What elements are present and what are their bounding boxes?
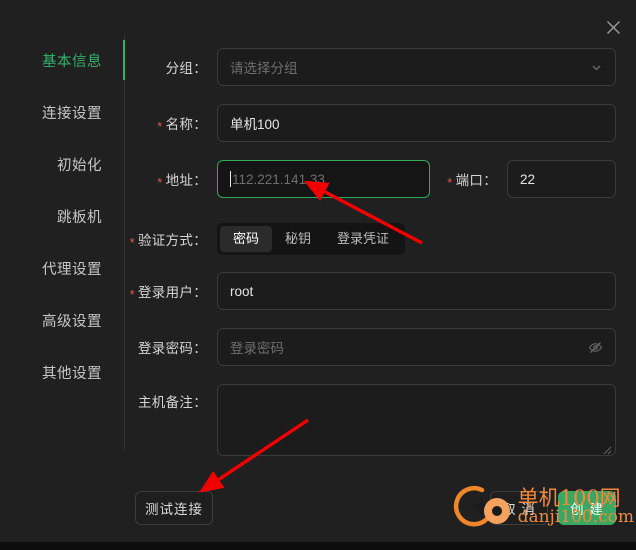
address-input[interactable]: 112.221.141.33 — [217, 160, 430, 198]
sidebar-item-label: 高级设置 — [42, 313, 102, 330]
login-password-input[interactable]: 登录密码 — [217, 328, 616, 366]
sidebar-item-label: 连接设置 — [42, 105, 102, 122]
tab-login-credential[interactable]: 登录凭证 — [324, 226, 402, 252]
field-row-login-password: 登录密码： 登录密码 — [125, 328, 616, 366]
group-select[interactable]: 请选择分组 — [217, 48, 616, 86]
required-mark: * — [157, 119, 163, 134]
bottom-edge — [0, 542, 636, 550]
sidebar-item-advanced-settings[interactable]: 高级设置 — [0, 294, 124, 346]
field-row-name: * 名称： 单机100 — [125, 104, 616, 142]
sidebar-item-basic-info[interactable]: 基本信息 — [0, 34, 125, 86]
required-mark: * — [129, 235, 135, 250]
auth-method-label: * 验证方式： — [129, 233, 207, 250]
field-row-auth-method: * 验证方式： 密码 秘钥 登录凭证 — [125, 223, 406, 255]
sidebar-item-connection-settings[interactable]: 连接设置 — [0, 86, 124, 138]
port-label: * 端口： — [447, 173, 497, 190]
group-select-value: 请选择分组 — [230, 61, 298, 76]
sidebar: 基本信息 连接设置 初始化 跳板机 代理设置 高级设置 其他设置 — [0, 34, 125, 450]
sidebar-item-label: 代理设置 — [42, 261, 102, 278]
name-input-value: 单机100 — [230, 117, 280, 132]
field-row-group: 分组： 请选择分组 — [125, 48, 616, 86]
sidebar-item-other-settings[interactable]: 其他设置 — [0, 346, 124, 398]
group-label: 分组： — [165, 61, 207, 76]
sidebar-item-label: 跳板机 — [57, 209, 102, 226]
login-user-input-value: root — [230, 283, 254, 299]
test-connection-button[interactable]: 测试连接 — [135, 491, 213, 525]
resize-handle-icon[interactable] — [602, 442, 612, 455]
login-user-input[interactable]: root — [217, 272, 616, 310]
login-user-label: * 登录用户： — [129, 285, 207, 302]
close-icon — [606, 20, 620, 34]
required-mark: * — [129, 287, 135, 302]
sidebar-item-label: 基本信息 — [42, 53, 102, 70]
tab-secret-key[interactable]: 秘钥 — [272, 226, 324, 252]
field-row-address: * 地址： 112.221.141.33 — [125, 160, 430, 198]
port-input[interactable]: 22 — [507, 160, 616, 198]
field-row-login-user: * 登录用户： root — [125, 272, 616, 310]
address-label: * 地址： — [157, 173, 207, 190]
field-row-remark: 主机备注： — [125, 384, 616, 456]
name-label: * 名称： — [157, 117, 207, 134]
required-mark: * — [157, 175, 163, 190]
add-host-dialog: 基本信息 连接设置 初始化 跳板机 代理设置 高级设置 其他设置 分组： 请选择… — [0, 0, 636, 550]
required-mark: * — [447, 175, 453, 190]
auth-method-tabs: 密码 秘钥 登录凭证 — [217, 223, 406, 255]
chevron-down-icon — [590, 61, 603, 74]
login-password-placeholder: 登录密码 — [230, 341, 284, 356]
remark-label: 主机备注： — [138, 395, 207, 410]
port-input-value: 22 — [520, 171, 536, 187]
create-button[interactable]: 创 建 — [558, 491, 616, 525]
sidebar-item-jump-server[interactable]: 跳板机 — [0, 190, 124, 242]
tab-password[interactable]: 密码 — [220, 226, 273, 252]
cancel-button[interactable]: 取 消 — [490, 491, 548, 525]
name-input[interactable]: 单机100 — [217, 104, 616, 142]
sidebar-item-label: 其他设置 — [42, 365, 102, 382]
form-panel: 分组： 请选择分组 * 名称： 单机100 * 地址： 112.221.141.33… — [125, 34, 636, 550]
field-row-port: * 端口： 22 — [437, 160, 616, 198]
address-input-placeholder: 112.221.141.33 — [232, 171, 325, 187]
login-password-label: 登录密码： — [138, 341, 207, 356]
sidebar-item-label: 初始化 — [57, 157, 102, 174]
eye-off-icon[interactable] — [588, 340, 603, 355]
remark-textarea[interactable] — [217, 384, 616, 456]
sidebar-item-initialization[interactable]: 初始化 — [0, 138, 124, 190]
sidebar-item-proxy-settings[interactable]: 代理设置 — [0, 242, 124, 294]
text-cursor — [230, 171, 231, 187]
